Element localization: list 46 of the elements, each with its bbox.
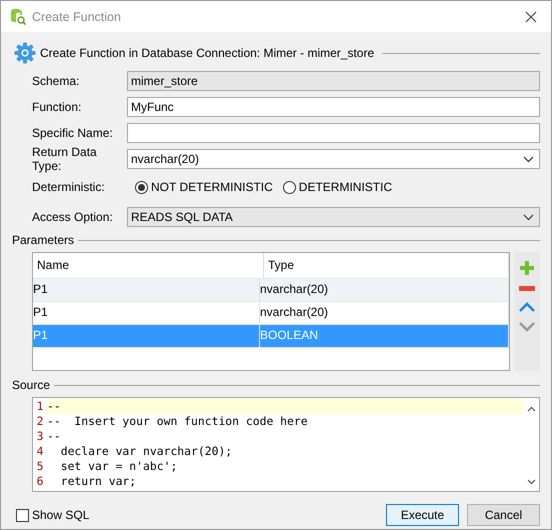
code-line: -- — [47, 429, 61, 444]
remove-icon[interactable] — [519, 286, 535, 292]
table-cell: P1 — [33, 325, 260, 347]
scroll-up-icon[interactable] — [526, 406, 536, 412]
section-heading: Create Function in Database Connection: Mimer - mimer_store — [40, 46, 374, 60]
dialog-button[interactable]: Cancel — [467, 504, 540, 526]
dropdown-field[interactable]: nvarchar(20) — [127, 149, 540, 169]
table-cell: P1 — [33, 302, 260, 324]
window-title: Create Function — [32, 10, 122, 24]
field-label: Deterministic: — [32, 180, 106, 194]
field-label: Schema: — [32, 74, 80, 88]
dialog-button[interactable]: Execute — [386, 504, 459, 526]
table-cell: nvarchar(20) — [260, 279, 509, 301]
field-label: Return Data Type: — [32, 145, 98, 173]
table-row[interactable]: P1 nvarchar(20) — [33, 279, 509, 302]
section-title: Parameters — [12, 233, 74, 247]
code-line: -- — [47, 399, 61, 414]
show-sql-checkbox[interactable]: Show SQL — [16, 508, 90, 522]
radio-label[interactable]: NOT DETERMINISTIC — [151, 180, 273, 194]
database-icon — [10, 8, 26, 26]
chevron-down-icon — [523, 214, 534, 220]
radio-label[interactable]: DETERMINISTIC — [298, 180, 392, 194]
code-line: declare var nvarchar(20); — [60, 444, 232, 459]
code-editor[interactable]: 1 -- 2 -- Insert your own function code here 3 -- 4 declare var nvarchar(20); 5 set var = n'abc'; 6 return var; — [32, 397, 540, 492]
chevron-down-icon — [523, 156, 534, 162]
code-line: -- Insert your own function code here — [47, 414, 308, 429]
radio-button[interactable] — [282, 180, 296, 194]
scroll-down-icon[interactable] — [526, 479, 536, 485]
field-label: Access Option: — [32, 210, 114, 224]
text-field[interactable] — [127, 123, 540, 143]
column-header[interactable]: Name — [33, 253, 264, 278]
line-number: 1 — [33, 399, 47, 414]
column-header[interactable]: Type — [264, 253, 509, 278]
move-up-icon[interactable] — [519, 302, 535, 312]
field-label: Specific Name: — [32, 126, 114, 140]
radio-button[interactable] — [135, 180, 148, 194]
section-title: Source — [12, 378, 50, 392]
field-label: Function: — [32, 100, 82, 114]
code-line: set var = n'abc'; — [60, 459, 178, 474]
gear-icon — [14, 42, 36, 64]
code-line: return var; — [60, 474, 136, 489]
table-cell: P1 — [33, 279, 260, 301]
text-field[interactable]: MyFunc — [127, 97, 540, 117]
table-cell: BOOLEAN — [260, 325, 509, 347]
table-cell: nvarchar(20) — [260, 302, 509, 324]
close-icon[interactable] — [525, 10, 537, 22]
